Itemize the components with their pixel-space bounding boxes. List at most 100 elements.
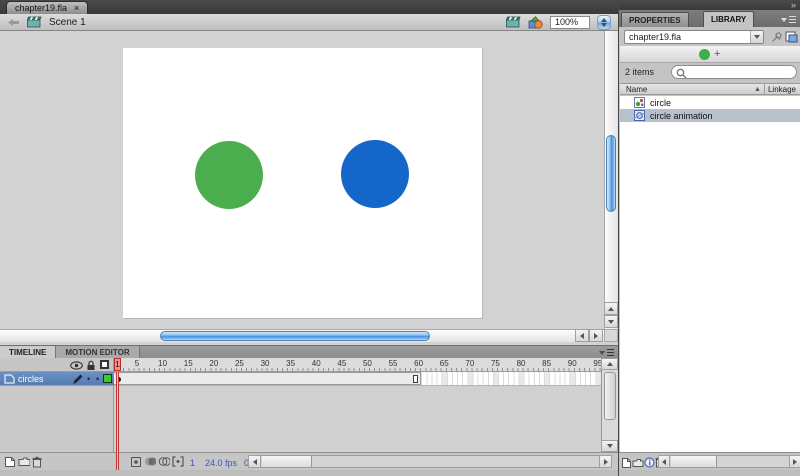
vscroll-up-button[interactable] — [604, 302, 618, 315]
timeline-vscroll-up-button[interactable] — [601, 358, 618, 370]
window-bottom-edge — [619, 470, 800, 476]
library-horizontal-scrollbar[interactable] — [658, 455, 799, 468]
onion-skin-icon[interactable] — [144, 456, 156, 468]
timeline-tab-bar: TIMELINE MOTION EDITOR — [0, 345, 618, 358]
collapse-to-icons-icon[interactable]: » — [791, 0, 796, 10]
hscroll-right-button[interactable] — [589, 329, 603, 342]
column-name-label[interactable]: Name — [626, 85, 754, 94]
new-folder-button-icon[interactable] — [18, 456, 30, 468]
stage-canvas[interactable] — [123, 48, 482, 318]
edit-multiple-frames-icon[interactable] — [172, 456, 184, 468]
window-bottom-edge — [0, 470, 618, 476]
current-frame-indicator: 1 — [190, 458, 195, 468]
timeline-horizontal-scrollbar[interactable] — [248, 455, 610, 468]
tab-close-icon[interactable]: × — [74, 4, 79, 13]
scroll-right-arrow-icon — [604, 459, 608, 465]
timeline-hscroll-left-button[interactable] — [248, 455, 261, 468]
timeline-vertical-scrollbar[interactable] — [601, 358, 618, 452]
stepper-up-icon[interactable] — [601, 18, 607, 22]
stage-circle-blue[interactable] — [341, 140, 409, 208]
timeline-panel-menu-icon[interactable] — [599, 349, 614, 356]
library-column-header[interactable]: Name ▲ Linkage — [620, 83, 800, 95]
new-folder-button-icon[interactable] — [632, 458, 644, 470]
library-search-box[interactable] — [671, 65, 797, 79]
library-panel-menu-icon[interactable] — [781, 16, 796, 23]
library-document-select[interactable]: chapter19.fla — [624, 30, 764, 44]
library-hscroll-thumb[interactable] — [671, 456, 717, 467]
stage-pasteboard[interactable] — [0, 31, 618, 345]
ruler-number: 70 — [465, 359, 474, 368]
new-layer-button-icon[interactable] — [4, 456, 16, 468]
stage-circle-green[interactable] — [195, 141, 263, 209]
column-divider[interactable] — [764, 84, 765, 94]
pin-library-icon[interactable] — [771, 32, 783, 43]
column-linkage-label[interactable]: Linkage — [768, 85, 796, 94]
layer-visible-dot[interactable]: • — [87, 376, 90, 382]
lock-icon[interactable] — [86, 360, 96, 371]
stage-horizontal-scrollbar[interactable] — [0, 329, 604, 342]
scroll-up-arrow-icon — [607, 362, 613, 366]
stage-vscroll-thumb[interactable] — [606, 135, 616, 212]
show-hide-eye-icon[interactable] — [70, 361, 83, 370]
zoom-level-field[interactable]: 100% — [550, 16, 590, 29]
timeline-hscroll-right-button[interactable] — [599, 455, 612, 468]
library-panel-body: chapter19.fla + 2 items — [619, 27, 800, 476]
edit-symbols-button-icon[interactable] — [528, 16, 543, 29]
library-item-list[interactable]: circle circle animation — [620, 96, 800, 452]
ruler-number: 55 — [389, 359, 398, 368]
timeline-vscroll-thumb[interactable] — [604, 372, 616, 420]
layer-name-label[interactable]: circles — [18, 374, 44, 384]
scroll-up-arrow-icon — [608, 307, 614, 311]
back-arrow-icon[interactable] — [7, 18, 20, 27]
library-item-circle-animation[interactable]: circle animation — [620, 109, 800, 122]
document-tab[interactable]: chapter19.fla × — [6, 1, 88, 14]
timeline-vscroll-down-button[interactable] — [601, 440, 618, 452]
vscroll-down-button[interactable] — [604, 315, 618, 328]
stage-hscroll-thumb[interactable] — [160, 331, 430, 341]
layer-frames-track[interactable] — [114, 372, 601, 386]
document-tab-bar: chapter19.fla × — [0, 0, 618, 14]
stepper-down-icon[interactable] — [601, 23, 607, 27]
layer-list-empty-area[interactable] — [0, 386, 114, 452]
frame-rate-indicator[interactable]: 24.0 fps — [205, 458, 237, 468]
stage-vertical-scrollbar[interactable] — [604, 31, 618, 329]
frame-span-1-60[interactable] — [114, 372, 421, 385]
search-input[interactable] — [688, 67, 788, 77]
playhead-marker[interactable]: 1 — [114, 358, 121, 371]
layer-row-circles[interactable]: circles • • — [0, 372, 114, 386]
new-library-panel-icon[interactable] — [785, 31, 798, 43]
scene-label[interactable]: Scene 1 — [49, 17, 86, 28]
ruler-number: 60 — [414, 359, 423, 368]
delete-layer-trash-icon[interactable] — [32, 456, 44, 468]
playhead-line[interactable] — [116, 372, 119, 470]
center-frame-icon[interactable] — [130, 456, 142, 468]
library-item-circle[interactable]: circle — [620, 96, 800, 109]
onion-skin-outlines-icon[interactable] — [158, 456, 170, 468]
select-dropdown-button[interactable] — [750, 31, 763, 43]
library-item-label[interactable]: circle animation — [650, 111, 713, 121]
edit-bar-right-controls: 100% — [506, 15, 611, 30]
library-hscroll-right-button[interactable] — [789, 455, 800, 468]
ruler-number: 35 — [286, 359, 295, 368]
sort-order-icon[interactable]: ▲ — [754, 86, 761, 93]
end-frame-marker[interactable] — [413, 375, 418, 383]
scroll-left-arrow-icon — [662, 459, 666, 465]
tab-library[interactable]: LIBRARY — [703, 11, 754, 27]
outline-view-icon[interactable] — [100, 360, 109, 369]
layer-lock-dot[interactable]: • — [96, 376, 99, 382]
tab-properties[interactable]: PROPERTIES — [621, 12, 689, 27]
edit-scene-button-icon[interactable] — [506, 16, 521, 28]
tab-motion-editor-label: MOTION EDITOR — [65, 348, 129, 357]
timeline-hscroll-thumb[interactable] — [262, 456, 312, 467]
library-document-select-value: chapter19.fla — [625, 32, 750, 42]
library-hscroll-left-button[interactable] — [658, 455, 670, 468]
library-item-label[interactable]: circle — [650, 98, 671, 108]
hscroll-left-button[interactable] — [575, 329, 589, 342]
scroll-down-arrow-icon — [608, 320, 614, 324]
scroll-right-arrow-icon — [793, 459, 797, 465]
ruler-number: 10 — [158, 359, 167, 368]
zoom-stepper[interactable] — [597, 15, 611, 30]
frames-empty-area[interactable] — [114, 386, 601, 452]
frame-ruler[interactable]: 5101520253035404550556065707580859095 1 — [114, 358, 601, 372]
layer-outline-color-swatch[interactable] — [103, 374, 112, 383]
